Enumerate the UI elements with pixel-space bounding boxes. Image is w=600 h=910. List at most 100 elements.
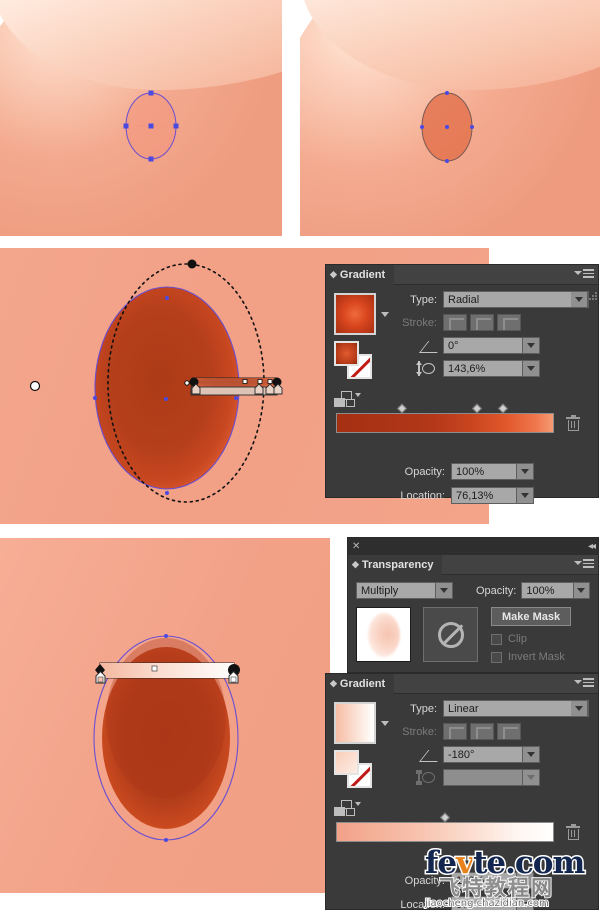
anchor-point-left[interactable] [420, 125, 424, 129]
panel-menu-icon[interactable] [574, 678, 594, 687]
angle-input[interactable]: -180° [443, 746, 523, 763]
stroke-apply-within-button[interactable] [443, 314, 467, 331]
clip-checkbox[interactable] [491, 633, 502, 645]
invert-mask-checkbox[interactable] [491, 651, 502, 663]
gradient-stop-selected[interactable] [491, 434, 502, 449]
opacity-dropdown-arrow[interactable] [573, 582, 590, 599]
gradient-midpoint[interactable] [396, 403, 407, 414]
type-select-value[interactable]: Radial [443, 291, 589, 308]
gradient-midpoint[interactable] [472, 403, 483, 414]
clip-row[interactable]: Clip [491, 633, 571, 645]
transparency-panel-tab[interactable]: ◆ Transparency [348, 554, 443, 575]
opacity-dropdown-arrow[interactable] [517, 872, 534, 889]
aspect-dropdown-arrow[interactable] [523, 360, 540, 377]
angle-dropdown-arrow[interactable] [523, 337, 540, 354]
canvas-row1-left[interactable] [0, 0, 282, 236]
gradient-stop-selected[interactable] [545, 843, 556, 858]
close-icon[interactable]: ✕ [352, 541, 360, 552]
stroke-apply-within-button[interactable] [443, 723, 467, 740]
chevron-down-icon[interactable] [381, 311, 389, 317]
location-dropdown-arrow[interactable] [517, 487, 534, 504]
gradient-aspect-row [391, 769, 591, 786]
panel-resize-grip[interactable] [588, 291, 598, 301]
ellipse-vector-r1b[interactable] [300, 0, 600, 236]
anchor-point-top[interactable] [445, 91, 449, 95]
fill-stroke-indicator[interactable] [334, 341, 374, 381]
location-input[interactable]: 76,13% [451, 487, 517, 504]
gradient-slider[interactable] [336, 403, 554, 433]
gradient-stop[interactable] [334, 843, 345, 858]
opacity-dropdown-arrow[interactable] [517, 463, 534, 480]
opacity-input[interactable]: 100% [521, 582, 574, 599]
gradient-midpoint[interactable] [498, 403, 509, 414]
ellipse-vector-r1a[interactable] [0, 0, 282, 236]
gradient-panel-tab[interactable]: ◆ Gradient [326, 673, 395, 694]
anchor-point-right[interactable] [470, 125, 474, 129]
panel-menu-icon[interactable] [574, 559, 594, 568]
anchor-point-left[interactable] [123, 123, 129, 129]
collapse-to-icons-icon[interactable]: ◂◂ [588, 541, 596, 552]
gradient-track[interactable] [336, 403, 554, 433]
mask-thumbnail[interactable] [423, 607, 478, 662]
type-select-value[interactable]: Linear [443, 700, 589, 717]
gradient-panel-tab[interactable]: ◆ Gradient [326, 264, 395, 285]
opacity-input[interactable]: 100% [451, 463, 517, 480]
anchor-point-center[interactable] [445, 125, 449, 129]
blend-mode-select[interactable]: Multiply [356, 582, 437, 599]
angle-input[interactable]: 0° [443, 337, 523, 354]
gradient-panel-header[interactable]: ◆ Gradient [326, 673, 598, 694]
angle-dropdown-arrow[interactable] [523, 746, 540, 763]
reverse-gradient-icon[interactable] [334, 391, 361, 409]
opacity-label: Opacity: [404, 465, 445, 478]
gradient-panel-radial[interactable]: ◆ Gradient Type: Radial Stroke: 0° 143,6… [325, 264, 599, 504]
gradient-slider[interactable] [336, 812, 554, 842]
stroke-apply-along-button[interactable] [470, 314, 494, 331]
canvas-row3-bottom-margin [0, 893, 330, 910]
blend-opacity-row: Multiply Opacity: 100% [356, 582, 590, 599]
panel-grip-icon: ◆ [330, 678, 337, 688]
opacity-input[interactable]: 100% [451, 872, 517, 889]
canvas-row1-right[interactable] [300, 0, 600, 236]
type-select-arrow[interactable] [571, 700, 588, 717]
invert-mask-row[interactable]: Invert Mask [491, 651, 571, 663]
gradient-midpoint[interactable] [440, 812, 450, 823]
panel-grip-icon: ◆ [330, 269, 337, 279]
anchor-point-bottom[interactable] [445, 159, 449, 163]
fill-swatch-gradient[interactable] [334, 341, 359, 366]
stroke-apply-across-button[interactable] [497, 723, 521, 740]
type-select-arrow[interactable] [571, 291, 588, 308]
gradient-panel-header[interactable]: ◆ Gradient [326, 264, 598, 285]
anchor-point-top[interactable] [148, 90, 154, 96]
gradient-track[interactable] [336, 812, 554, 842]
gradient-preview-swatch[interactable] [334, 293, 376, 335]
stroke-apply-along-button[interactable] [470, 723, 494, 740]
gradient-stop[interactable] [334, 434, 345, 449]
aspect-ratio-input[interactable]: 143,6% [443, 360, 523, 377]
location-dropdown-arrow[interactable] [517, 896, 534, 910]
panel-menu-icon[interactable] [574, 269, 594, 278]
delete-stop-icon[interactable] [566, 824, 580, 841]
reverse-gradient-icon[interactable] [334, 800, 361, 818]
gradient-stop[interactable] [509, 434, 520, 449]
fill-swatch-gradient[interactable] [334, 750, 359, 775]
transparency-panel[interactable]: ✕ ◂◂ ◆ Transparency Multiply Opacity: 10… [347, 537, 599, 673]
fill-stroke-indicator[interactable] [334, 750, 374, 790]
canvas-row3[interactable] [0, 538, 330, 893]
gradient-preview-swatch[interactable] [334, 702, 376, 744]
gradient-stop[interactable] [541, 434, 552, 449]
chevron-down-icon[interactable] [381, 720, 389, 726]
make-mask-button[interactable]: Make Mask [491, 607, 572, 626]
anchor-point-center[interactable] [148, 123, 154, 129]
object-thumbnail[interactable] [356, 607, 411, 662]
blend-mode-arrow[interactable] [436, 582, 453, 599]
gradient-annotator-linear[interactable] [0, 538, 330, 893]
transparency-panel-tabbar[interactable]: ✕ ◂◂ [348, 538, 598, 555]
transparency-panel-header[interactable]: ◆ Transparency [348, 554, 598, 575]
anchor-point-bottom[interactable] [148, 156, 154, 162]
stroke-apply-across-button[interactable] [497, 314, 521, 331]
gradient-panel-linear[interactable]: ◆ Gradient Type: Linear Stroke: -180° Op… [325, 673, 599, 910]
delete-stop-icon[interactable] [566, 415, 580, 432]
aspect-dropdown-arrow [523, 769, 540, 786]
anchor-point-right[interactable] [173, 123, 179, 129]
location-input[interactable]: 0% [451, 896, 517, 910]
